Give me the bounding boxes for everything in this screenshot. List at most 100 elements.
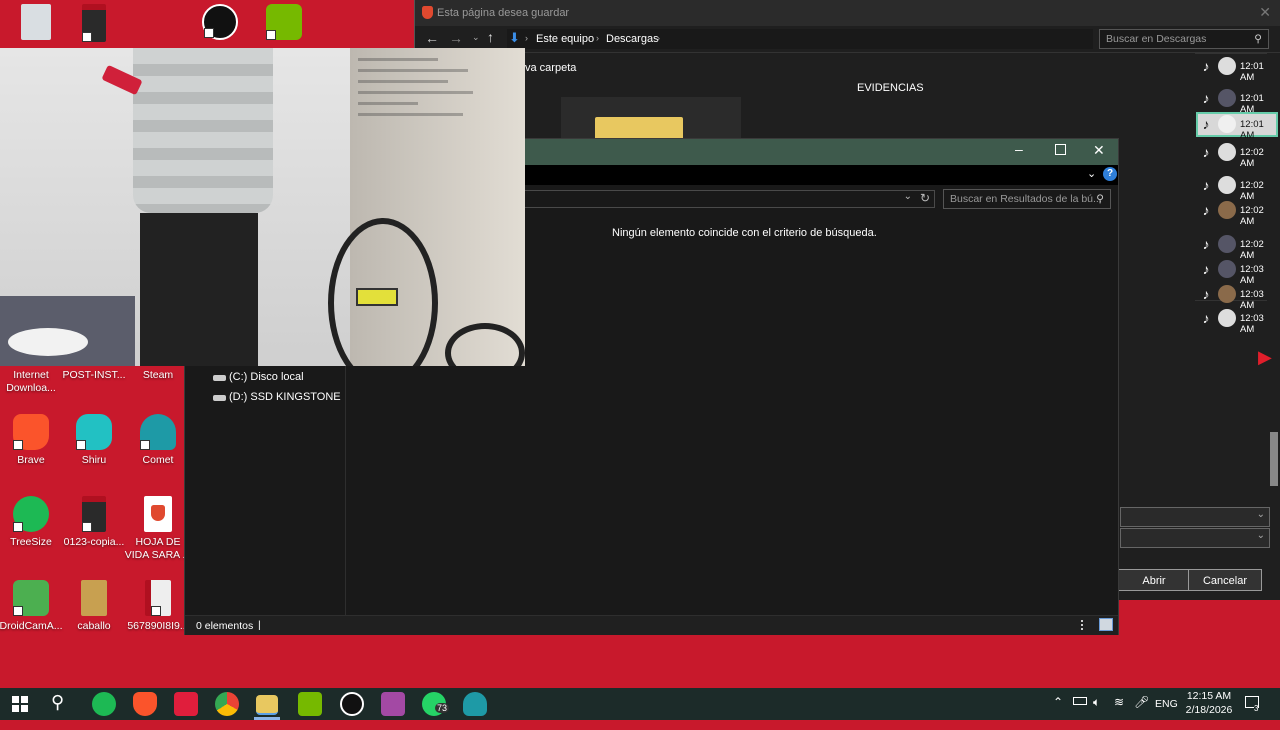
- treesize-taskbar-icon[interactable]: [92, 692, 116, 716]
- folder-label[interactable]: EVIDENCIAS: [857, 82, 924, 94]
- list-item[interactable]: ♪ 12:02 AM: [1198, 142, 1278, 169]
- whatsapp-badge: 73: [435, 703, 450, 713]
- item-time: 12:02 AM: [1240, 205, 1264, 227]
- tiktok-icon: ♪: [1202, 177, 1210, 193]
- cancel-button[interactable]: Cancelar: [1188, 569, 1262, 591]
- desktop-icon-shiru[interactable]: Shiru: [58, 414, 130, 467]
- video-shortcut-icon[interactable]: [58, 4, 130, 46]
- avatar: [1218, 309, 1236, 327]
- list-item[interactable]: ♪ 12:01 AM: [1198, 56, 1278, 83]
- list-item-selected[interactable]: ♪ 12:01 AM: [1196, 112, 1278, 141]
- back-arrow-icon[interactable]: ←: [425, 30, 439, 46]
- search-icon: ⚲: [1254, 33, 1262, 45]
- list-item[interactable]: ♪ 12:02 AM: [1198, 200, 1278, 227]
- refresh-icon[interactable]: ↻: [920, 191, 930, 205]
- large-icons-view-icon[interactable]: [1099, 618, 1113, 631]
- list-item[interactable]: ♪ 12:02 AM: [1198, 234, 1278, 261]
- desktop-icon-label: TreeSize: [10, 536, 52, 548]
- chevron-up-icon[interactable]: ⌃: [1053, 695, 1063, 727]
- search-input[interactable]: Buscar en Resultados de la bú... ⚲: [943, 189, 1111, 209]
- up-arrow-icon[interactable]: ↑: [487, 29, 494, 45]
- details-view-icon[interactable]: [1081, 620, 1091, 630]
- desktop-icon-label: POST-INST...: [62, 369, 126, 381]
- forward-arrow-icon[interactable]: →: [449, 30, 463, 46]
- chevron-down-icon[interactable]: ⌄: [904, 191, 912, 202]
- avatar: [1218, 201, 1236, 219]
- nvidia-taskbar-icon[interactable]: [298, 692, 322, 716]
- list-item[interactable]: ♪ 12:03 AM: [1198, 308, 1278, 335]
- chrome-taskbar-icon[interactable]: [215, 692, 239, 716]
- avatar: [1218, 89, 1236, 107]
- list-item[interactable]: ♪ 12:03 AM: [1198, 259, 1278, 286]
- desktop-icon-label: Internet Downloa...: [6, 369, 56, 394]
- breadcrumb[interactable]: ⬇ › Este equipo › Descargas › ⌄ ↻: [507, 29, 1179, 49]
- nvidia-icon[interactable]: [248, 4, 320, 44]
- plate: [8, 328, 88, 356]
- brave-taskbar-icon[interactable]: [133, 692, 157, 716]
- windows-start-icon[interactable]: [12, 696, 28, 712]
- item-time: 12:02 AM: [1240, 147, 1264, 169]
- wifi-icon[interactable]: ≋: [1114, 695, 1124, 727]
- filetype-select[interactable]: ⌄: [1120, 528, 1270, 548]
- clock[interactable]: 12:15 AM 2/18/2026: [1184, 690, 1234, 722]
- language-indicator[interactable]: ENG: [1155, 698, 1178, 730]
- folder-tile[interactable]: [561, 97, 741, 141]
- obs-taskbar-icon[interactable]: [340, 692, 364, 716]
- microphone-icon[interactable]: 🎤︎: [1134, 695, 1149, 727]
- file-icon: [145, 580, 171, 616]
- desktop-icon-brave[interactable]: Brave: [0, 414, 67, 467]
- desktop-icon-label: Comet: [142, 454, 174, 466]
- app-taskbar-icon[interactable]: [174, 692, 198, 716]
- comet-taskbar-icon[interactable]: [463, 692, 487, 716]
- avatar: [1218, 143, 1236, 161]
- desktop-icon-caballo[interactable]: caballo: [58, 580, 130, 633]
- desktop-icon-label: HOJA DE VIDA SARA ...: [124, 536, 192, 561]
- chevron-down-icon[interactable]: ⌄: [1087, 167, 1096, 180]
- item-time: 12:01 AM: [1240, 61, 1264, 83]
- avatar: [1218, 235, 1236, 253]
- desktop-icon-video-copy[interactable]: 0123-copia...: [58, 496, 130, 549]
- shiru-icon: [76, 414, 112, 450]
- obs-icon[interactable]: [184, 4, 256, 44]
- desktop-icon-idm[interactable]: Internet Downloa...: [0, 363, 67, 395]
- avatar: [1218, 285, 1236, 303]
- speaker-icon[interactable]: 🔈︎: [1093, 695, 1100, 727]
- breadcrumb-item[interactable]: Descargas: [606, 33, 659, 45]
- maximize-icon[interactable]: [1055, 144, 1066, 155]
- desktop-icon-label: Shiru: [81, 454, 107, 466]
- status-bar: 0 elementos |: [185, 615, 1118, 635]
- save-dialog-titlebar: Esta página desea guardar ✕: [415, 0, 1280, 26]
- open-button[interactable]: Abrir: [1118, 569, 1190, 591]
- folder-zip-icon: [81, 580, 107, 616]
- chevron-down-icon: ⌄: [1256, 530, 1265, 541]
- search-icon[interactable]: ⚲: [51, 692, 64, 713]
- breadcrumb-item[interactable]: Este equipo: [536, 33, 594, 45]
- filename-field[interactable]: ⌄: [1120, 507, 1270, 527]
- search-input[interactable]: Buscar en Descargas ⚲: [1099, 29, 1269, 49]
- minimize-icon[interactable]: –: [1015, 141, 1023, 157]
- file-explorer-taskbar-icon[interactable]: [256, 695, 278, 715]
- brave-icon: [422, 6, 433, 19]
- chevron-down-icon[interactable]: ⌄: [472, 32, 480, 43]
- close-icon[interactable]: ✕: [1259, 4, 1271, 21]
- help-icon[interactable]: ?: [1103, 167, 1117, 181]
- close-icon[interactable]: ✕: [1093, 142, 1105, 159]
- list-item[interactable]: ♪ 12:03 AM: [1198, 284, 1278, 311]
- tiktok-icon: ♪: [1202, 90, 1210, 106]
- battery-icon[interactable]: [1073, 697, 1087, 705]
- nav-item-d-drive[interactable]: (D:) SSD KINGSTONE: [213, 391, 363, 405]
- divider: [1195, 53, 1267, 54]
- breadcrumb-separator: ›: [525, 33, 528, 43]
- scrollbar-thumb[interactable]: [1270, 432, 1278, 486]
- tiktok-icon: ♪: [1202, 286, 1210, 302]
- desktop-icon-treesize[interactable]: TreeSize: [0, 496, 67, 549]
- droidcam-icon: [13, 580, 49, 616]
- list-item[interactable]: ♪ 12:01 AM: [1198, 88, 1278, 115]
- nav-item-c-drive[interactable]: (C:) Disco local: [213, 371, 363, 385]
- new-folder-button[interactable]: va carpeta: [525, 62, 576, 74]
- play-arrow-icon[interactable]: ▶: [1258, 347, 1272, 368]
- list-item[interactable]: ♪ 12:02 AM: [1198, 175, 1278, 202]
- desktop-icon-droidcam[interactable]: DroidCamA...: [0, 580, 67, 633]
- tiktok-icon: ♪: [1202, 144, 1210, 160]
- app-taskbar-icon[interactable]: [381, 692, 405, 716]
